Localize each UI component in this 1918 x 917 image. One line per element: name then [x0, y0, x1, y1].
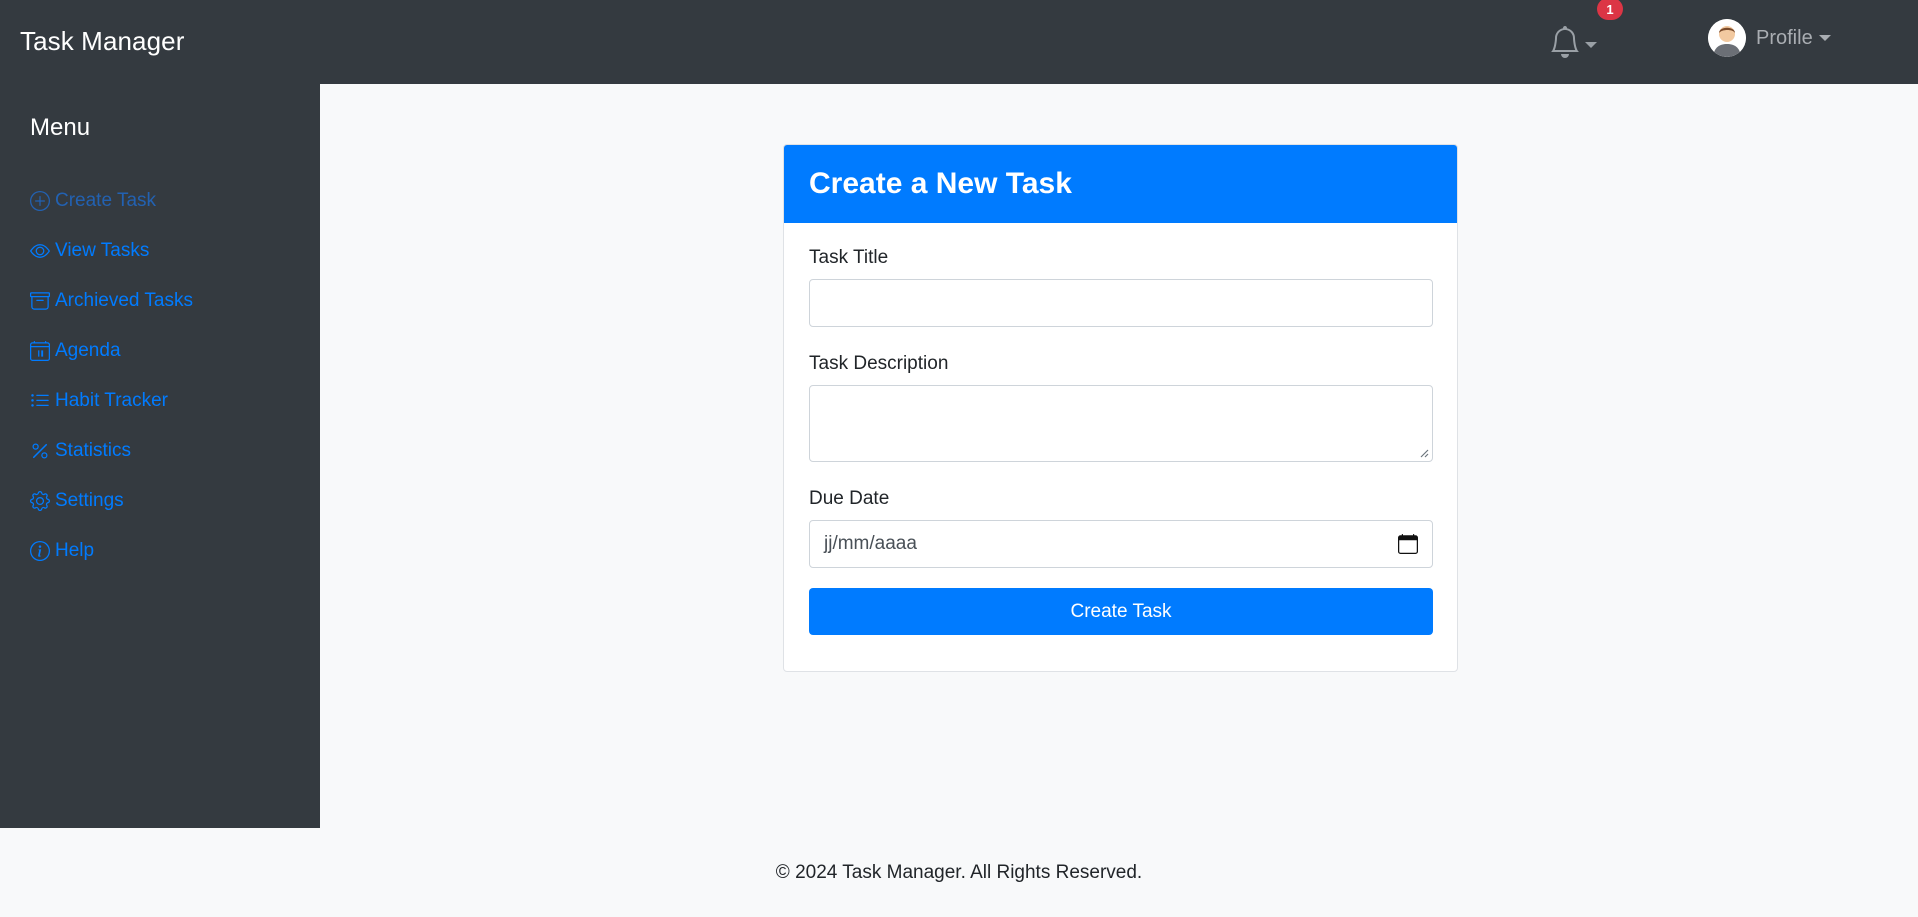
- due-date-label: Due Date: [809, 488, 890, 509]
- sidebar-item-label: Statistics: [55, 440, 132, 461]
- task-title-input[interactable]: [809, 279, 1433, 327]
- sidebar-item-archieved-tasks[interactable]: Archieved Tasks: [30, 276, 193, 326]
- sidebar-item-agenda[interactable]: Agenda: [30, 326, 193, 376]
- due-date-placeholder: jj/mm/aaaa: [824, 533, 917, 554]
- due-date-group: Due Date jj/mm/aaaa: [809, 488, 1433, 568]
- task-description-group: Task Description: [809, 353, 1433, 462]
- brand-title[interactable]: Task Manager: [20, 26, 185, 57]
- card-header: Create a New Task: [784, 145, 1457, 223]
- profile-label: Profile: [1756, 26, 1813, 49]
- sidebar-menu: Create Task View Tasks Archieved Tasks A…: [30, 176, 193, 576]
- eye-icon: [30, 241, 50, 261]
- sidebar: Menu Create Task View Tasks Archieved Ta…: [0, 84, 320, 828]
- sidebar-item-statistics[interactable]: Statistics: [30, 426, 193, 476]
- sidebar-item-label: Agenda: [55, 340, 121, 361]
- create-task-button[interactable]: Create Task: [809, 588, 1433, 635]
- top-navbar: Task Manager 1 Profile: [0, 0, 1918, 84]
- gear-icon: [30, 491, 50, 511]
- notifications-dropdown[interactable]: [1549, 22, 1601, 62]
- sidebar-item-settings[interactable]: Settings: [30, 476, 193, 526]
- sidebar-item-label: View Tasks: [55, 240, 150, 261]
- page-title: Create a New Task: [809, 167, 1072, 200]
- archive-icon: [30, 291, 50, 311]
- task-description-label: Task Description: [809, 353, 949, 374]
- create-task-form: Task Title Task Description Due Date jj/…: [784, 223, 1457, 635]
- sidebar-item-habit-tracker[interactable]: Habit Tracker: [30, 376, 193, 426]
- chevron-down-icon: [1818, 35, 1831, 41]
- plus-circle-icon: [30, 191, 50, 211]
- footer-copyright: © 2024 Task Manager. All Rights Reserved…: [775, 861, 1143, 883]
- task-title-group: Task Title: [809, 247, 1433, 327]
- info-circle-icon: [30, 541, 50, 561]
- sidebar-item-label: Archieved Tasks: [55, 290, 193, 311]
- resize-grip-icon[interactable]: [1419, 448, 1429, 458]
- due-date-input[interactable]: jj/mm/aaaa: [809, 520, 1433, 568]
- profile-dropdown[interactable]: Profile: [1708, 18, 1831, 58]
- chevron-down-icon: [1585, 42, 1597, 48]
- sidebar-item-label: Habit Tracker: [55, 390, 168, 411]
- percent-icon: [30, 441, 50, 461]
- task-title-label: Task Title: [809, 247, 889, 268]
- bell-icon: [1551, 25, 1579, 59]
- sidebar-title: Menu: [30, 114, 91, 141]
- calendar-icon: [30, 341, 50, 361]
- notification-count-badge: 1: [1597, 0, 1623, 20]
- footer: © 2024 Task Manager. All Rights Reserved…: [0, 828, 1918, 917]
- task-description-textarea[interactable]: [809, 385, 1433, 462]
- sidebar-item-create-task[interactable]: Create Task: [30, 176, 193, 226]
- sidebar-item-help[interactable]: Help: [30, 526, 193, 576]
- sidebar-item-label: Create Task: [55, 190, 157, 211]
- sidebar-item-view-tasks[interactable]: View Tasks: [30, 226, 193, 276]
- list-icon: [30, 391, 50, 411]
- sidebar-item-label: Settings: [55, 490, 124, 511]
- create-task-card: Create a New Task Task Title Task Descri…: [783, 144, 1458, 672]
- sidebar-item-label: Help: [55, 540, 95, 561]
- avatar: [1708, 19, 1746, 57]
- calendar-picker-icon[interactable]: [1398, 534, 1418, 554]
